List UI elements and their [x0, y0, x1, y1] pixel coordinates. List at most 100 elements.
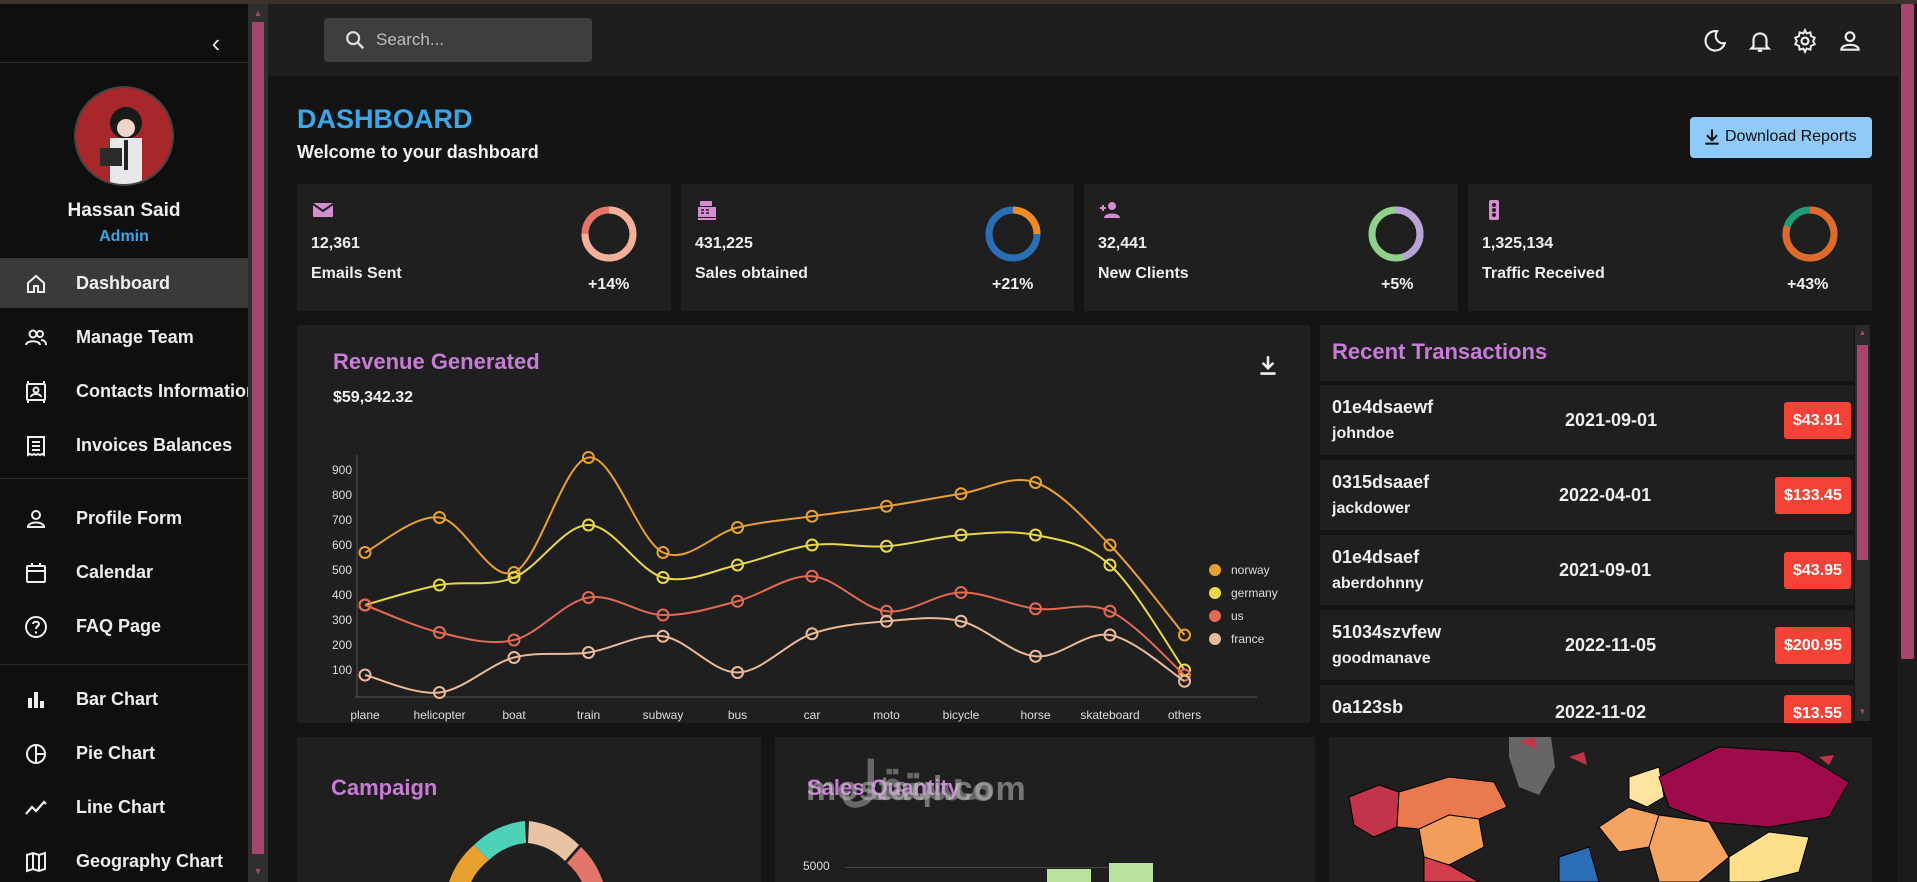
scroll-down-arrow[interactable]: ▼ — [1858, 707, 1867, 716]
stat-increase: +5% — [1381, 276, 1414, 293]
avatar — [74, 86, 174, 186]
x-tick-label: plane — [350, 708, 380, 722]
sidebar-item-faq[interactable]: FAQ Page — [0, 601, 248, 651]
legend-label: us — [1231, 609, 1244, 623]
sidebar-divider — [0, 62, 248, 63]
stat-label: Sales obtained — [695, 265, 808, 282]
revenue-line-chart: 100 200 300 400 500 600 700 800 900 plane helicopt… — [332, 451, 1278, 722]
chevron-left-icon[interactable]: ‹ — [205, 30, 227, 56]
app-root: ‹ Hassan Said Admin Dashboard Manage Tea… — [0, 0, 1917, 882]
transaction-id: 51034szvfew — [1332, 622, 1442, 642]
topbar — [268, 4, 1898, 76]
y-tick-label: 900 — [332, 463, 352, 477]
scrollbar-thumb[interactable] — [252, 22, 264, 854]
scroll-up-arrow[interactable]: ▲ — [253, 8, 263, 18]
sidebar-divider — [0, 478, 248, 479]
download-icon[interactable] — [1255, 353, 1281, 379]
y-tick-label: 400 — [332, 588, 352, 602]
sidebar-item-label: Calendar — [76, 561, 154, 582]
y-tick-label: 100 — [332, 663, 352, 677]
x-tick-label: bicycle — [943, 708, 980, 722]
stat-increase: +14% — [588, 276, 630, 293]
stat-increase: +21% — [992, 276, 1034, 293]
transaction-cost: $43.91 — [1784, 402, 1851, 439]
series-line-germany — [364, 523, 1186, 671]
campaign-title: Campaign — [331, 775, 438, 800]
sidebar-item-label: Manage Team — [76, 326, 194, 347]
search-box[interactable] — [324, 18, 592, 62]
stat-value: 12,361 — [311, 235, 360, 252]
stat-label: Traffic Received — [1482, 265, 1605, 282]
gear-icon[interactable] — [1792, 28, 1818, 54]
x-tick-label: car — [804, 708, 821, 722]
x-tick-label: moto — [873, 708, 900, 722]
progress-ring — [985, 206, 1041, 262]
transaction-date: 2022-04-01 — [1559, 485, 1652, 505]
y-tick-label: 500 — [332, 563, 352, 577]
bell-icon[interactable] — [1747, 28, 1773, 54]
sidebar-item-label: Profile Form — [76, 507, 183, 528]
pie-chart-icon — [26, 744, 46, 764]
sidebar-item-label: Contacts Information — [76, 380, 248, 401]
sidebar-item-calendar[interactable]: Calendar — [0, 547, 248, 597]
stat-increase: +43% — [1787, 276, 1829, 293]
progress-ring — [581, 206, 637, 262]
moon-icon[interactable] — [1702, 28, 1728, 54]
email-icon — [312, 203, 334, 217]
transaction-row[interactable]: 51034szvfew goodmanave 2022-11-05 $200.9… — [1320, 610, 1854, 680]
transaction-row[interactable]: 01e4dsaewf johndoe 2021-09-01 $43.91 — [1320, 385, 1854, 455]
search-icon — [346, 31, 365, 50]
chart-gridline — [845, 867, 1145, 868]
person-add-icon — [1100, 202, 1120, 218]
sidebar-item-pie-chart[interactable]: Pie Chart — [0, 728, 248, 778]
sidebar-item-contacts[interactable]: Contacts Information — [0, 366, 248, 416]
transaction-cost: $13.55 — [1784, 695, 1851, 723]
sidebar-item-profile-form[interactable]: Profile Form — [0, 493, 248, 543]
search-input[interactable] — [376, 28, 576, 52]
home-icon — [27, 274, 45, 293]
scroll-down-arrow[interactable]: ▼ — [253, 866, 263, 876]
transaction-row[interactable]: 01e4dsaef aberdohnny 2021-09-01 $43.95 — [1320, 535, 1854, 605]
stat-card-traffic: 1,325,134 Traffic Received +43% — [1468, 184, 1872, 311]
sidebar-item-invoices[interactable]: Invoices Balances — [0, 420, 248, 470]
sidebar-item-manage-team[interactable]: Manage Team — [0, 312, 248, 362]
legend-label: germany — [1231, 586, 1278, 600]
world-map — [1348, 737, 1850, 882]
scrollbar-thumb[interactable] — [1901, 4, 1914, 659]
transaction-date: 2021-09-01 — [1565, 410, 1658, 430]
sidebar-item-geography[interactable]: Geography Chart — [0, 836, 248, 882]
sidebar-item-line-chart[interactable]: Line Chart — [0, 782, 248, 832]
x-tick-label: helicopter — [413, 708, 465, 722]
transaction-row[interactable]: 0a123sb 2022-11-02 $13.55 — [1320, 685, 1854, 723]
transaction-date: 2021-09-01 — [1559, 560, 1652, 580]
download-reports-button[interactable]: Download Reports — [1690, 117, 1872, 158]
transaction-user: johndoe — [1332, 425, 1395, 442]
calendar-icon — [26, 563, 46, 583]
help-icon — [25, 616, 47, 638]
transaction-date: 2022-11-05 — [1565, 635, 1657, 655]
transaction-row[interactable]: 0315dsaaef jackdower 2022-04-01 $133.45 — [1320, 460, 1854, 530]
transaction-id: 0315dsaaef — [1332, 472, 1430, 492]
y-tick-label: 800 — [332, 488, 352, 502]
page-scrollbar[interactable] — [1898, 4, 1917, 882]
sidebar-scrollbar[interactable]: ▲ ▼ — [248, 4, 268, 882]
transactions-scrollbar[interactable]: ▲ ▼ — [1855, 325, 1870, 721]
scrollbar-thumb[interactable] — [1857, 345, 1868, 560]
revenue-title: Revenue Generated — [333, 349, 540, 374]
sidebar-item-bar-chart[interactable]: Bar Chart — [0, 674, 248, 724]
legend-swatch — [1209, 587, 1221, 599]
stat-card-sales: 431,225 Sales obtained +21% — [681, 184, 1074, 311]
revenue-card: Revenue Generated $59,342.32 100 200 300 40… — [297, 325, 1310, 723]
sidebar-item-label: Dashboard — [76, 272, 171, 293]
progress-ring — [1368, 206, 1424, 262]
stat-card-emails: 12,361 Emails Sent +14% — [297, 184, 671, 311]
sidebar-item-dashboard[interactable]: Dashboard — [0, 258, 248, 308]
y-tick-label: 200 — [332, 638, 352, 652]
sidebar-item-label: Geography Chart — [76, 850, 224, 871]
scroll-up-arrow[interactable]: ▲ — [1858, 328, 1867, 337]
transaction-user: jackdower — [1332, 500, 1411, 517]
bar — [1109, 863, 1153, 882]
user-icon[interactable] — [1837, 28, 1863, 54]
contacts-icon — [26, 381, 46, 403]
map-icon — [26, 851, 46, 873]
